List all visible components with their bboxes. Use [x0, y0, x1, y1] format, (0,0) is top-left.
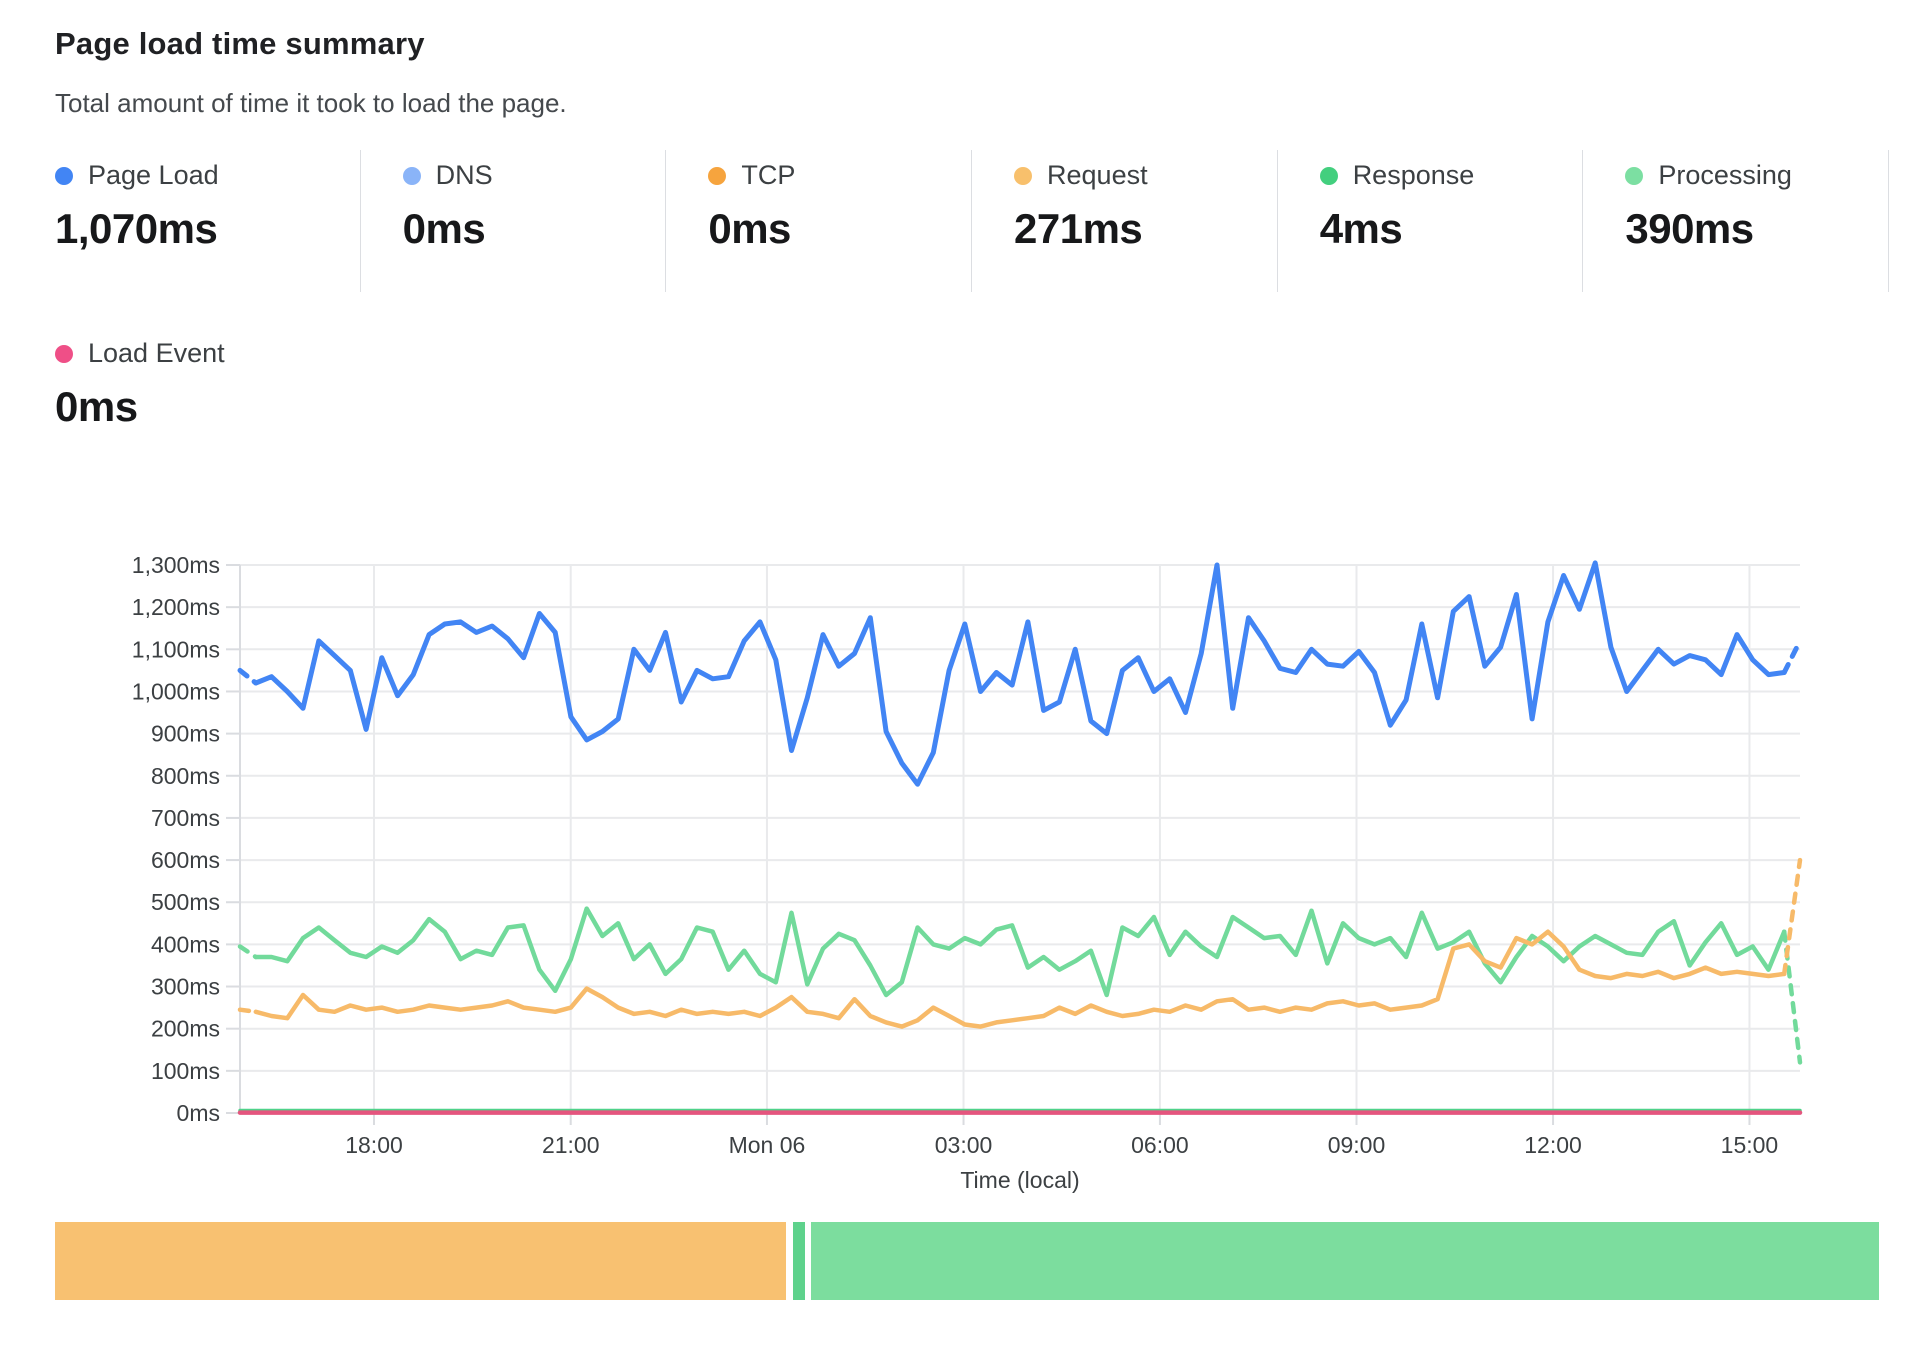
metric-value: 390ms [1583, 205, 1888, 253]
x-tick-label: 15:00 [1721, 1132, 1779, 1158]
x-tick-label: 03:00 [935, 1132, 993, 1158]
tcp-legend-dot [708, 167, 726, 185]
request-line-dash-head [240, 1010, 256, 1012]
x-tick-label: 18:00 [345, 1132, 403, 1158]
request-line-dash-tail [1784, 860, 1800, 974]
dns-legend-dot [403, 167, 421, 185]
y-tick-label: 200ms [151, 1016, 220, 1042]
x-tick-label: 06:00 [1131, 1132, 1189, 1158]
x-tick-label: Mon 06 [729, 1132, 806, 1158]
bar-segment-processing-share [811, 1222, 1879, 1300]
bar-segment-response-sliver [793, 1222, 805, 1300]
y-tick-label: 1,000ms [132, 678, 220, 704]
metric-label: Load Event [88, 338, 225, 369]
load-event-legend-dot [55, 345, 73, 363]
metric-value: 0ms [361, 205, 666, 253]
metric-dns[interactable]: DNS 0ms [361, 150, 667, 292]
chart-svg[interactable]: 0ms 100ms 200ms 300ms 400ms 500ms 600ms 700ms 80… [0, 440, 1910, 1222]
metric-value: 0ms [55, 383, 225, 431]
metric-value: 4ms [1278, 205, 1583, 253]
processing-line-dash-head [240, 947, 256, 958]
metric-value: 1,070ms [55, 205, 360, 253]
y-tick-label: 1,100ms [132, 636, 220, 662]
load-time-proportion-bar [55, 1222, 1879, 1300]
x-tick-label: 09:00 [1328, 1132, 1386, 1158]
page-load-line-dash-tail [1784, 641, 1800, 673]
metric-label: Response [1353, 160, 1475, 191]
metric-label: Page Load [88, 160, 219, 191]
page-load-line-dash-head [240, 670, 256, 683]
metrics-legend-row: Page Load 1,070ms DNS 0ms TCP 0ms Reques… [55, 150, 1889, 292]
metrics-legend-row-2: Load Event 0ms [55, 328, 225, 431]
y-tick-label: 0ms [177, 1100, 220, 1126]
y-tick-label: 900ms [151, 721, 220, 747]
x-tick-label: 12:00 [1524, 1132, 1582, 1158]
metric-label: Processing [1658, 160, 1792, 191]
bar-segment-gap [786, 1222, 793, 1300]
metric-label: DNS [436, 160, 493, 191]
metric-label: TCP [741, 160, 795, 191]
metric-processing[interactable]: Processing 390ms [1583, 150, 1889, 292]
page-load-legend-dot [55, 167, 73, 185]
y-tick-label: 1,200ms [132, 594, 220, 620]
metric-tcp[interactable]: TCP 0ms [666, 150, 972, 292]
response-legend-dot [1320, 167, 1338, 185]
metric-value: 0ms [666, 205, 971, 253]
y-tick-label: 700ms [151, 805, 220, 831]
bar-segment-request-share [55, 1222, 786, 1300]
request-legend-dot [1014, 167, 1032, 185]
page-load-line [256, 563, 1784, 784]
y-tick-label: 600ms [151, 847, 220, 873]
metric-value: 271ms [972, 205, 1277, 253]
page-title: Page load time summary [55, 26, 425, 62]
x-axis-title: Time (local) [960, 1167, 1079, 1193]
processing-legend-dot [1625, 167, 1643, 185]
metric-request[interactable]: Request 271ms [972, 150, 1278, 292]
metric-load-event[interactable]: Load Event 0ms [55, 328, 225, 431]
page-subtitle: Total amount of time it took to load the… [55, 88, 567, 119]
y-tick-label: 400ms [151, 931, 220, 957]
metric-label: Request [1047, 160, 1148, 191]
y-tick-label: 300ms [151, 974, 220, 1000]
metric-response[interactable]: Response 4ms [1278, 150, 1584, 292]
y-tick-label: 1,300ms [132, 552, 220, 578]
processing-line [256, 909, 1784, 995]
metric-page-load[interactable]: Page Load 1,070ms [55, 150, 361, 292]
y-tick-label: 500ms [151, 889, 220, 915]
x-tick-label: 21:00 [542, 1132, 600, 1158]
y-tick-label: 100ms [151, 1058, 220, 1084]
y-tick-label: 800ms [151, 763, 220, 789]
load-time-chart[interactable]: 0ms 100ms 200ms 300ms 400ms 500ms 600ms 700ms 80… [0, 440, 1910, 1222]
